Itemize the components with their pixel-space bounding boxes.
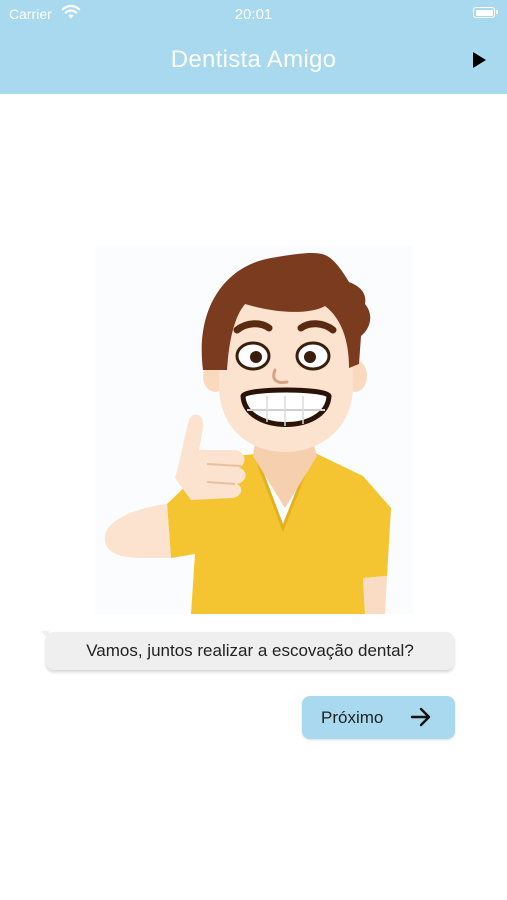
message-text: Vamos, juntos realizar a escovação denta… [86, 641, 414, 660]
play-icon[interactable] [470, 50, 488, 70]
app-bar: Dentista Amigo [0, 28, 507, 94]
boy-thumbs-up-illustration [95, 246, 413, 614]
page-title: Dentista Amigo [170, 46, 337, 73]
bubble-tail [41, 631, 49, 640]
next-button-label: Próximo [321, 708, 384, 727]
status-time: 20:01 [234, 6, 273, 23]
status-bar: Carrier 20:01 [0, 0, 507, 28]
message-bubble: Vamos, juntos realizar a escovação denta… [41, 631, 454, 670]
battery-icon [473, 7, 498, 18]
next-button[interactable]: Próximo [302, 696, 455, 739]
arrow-right-icon [410, 707, 431, 727]
